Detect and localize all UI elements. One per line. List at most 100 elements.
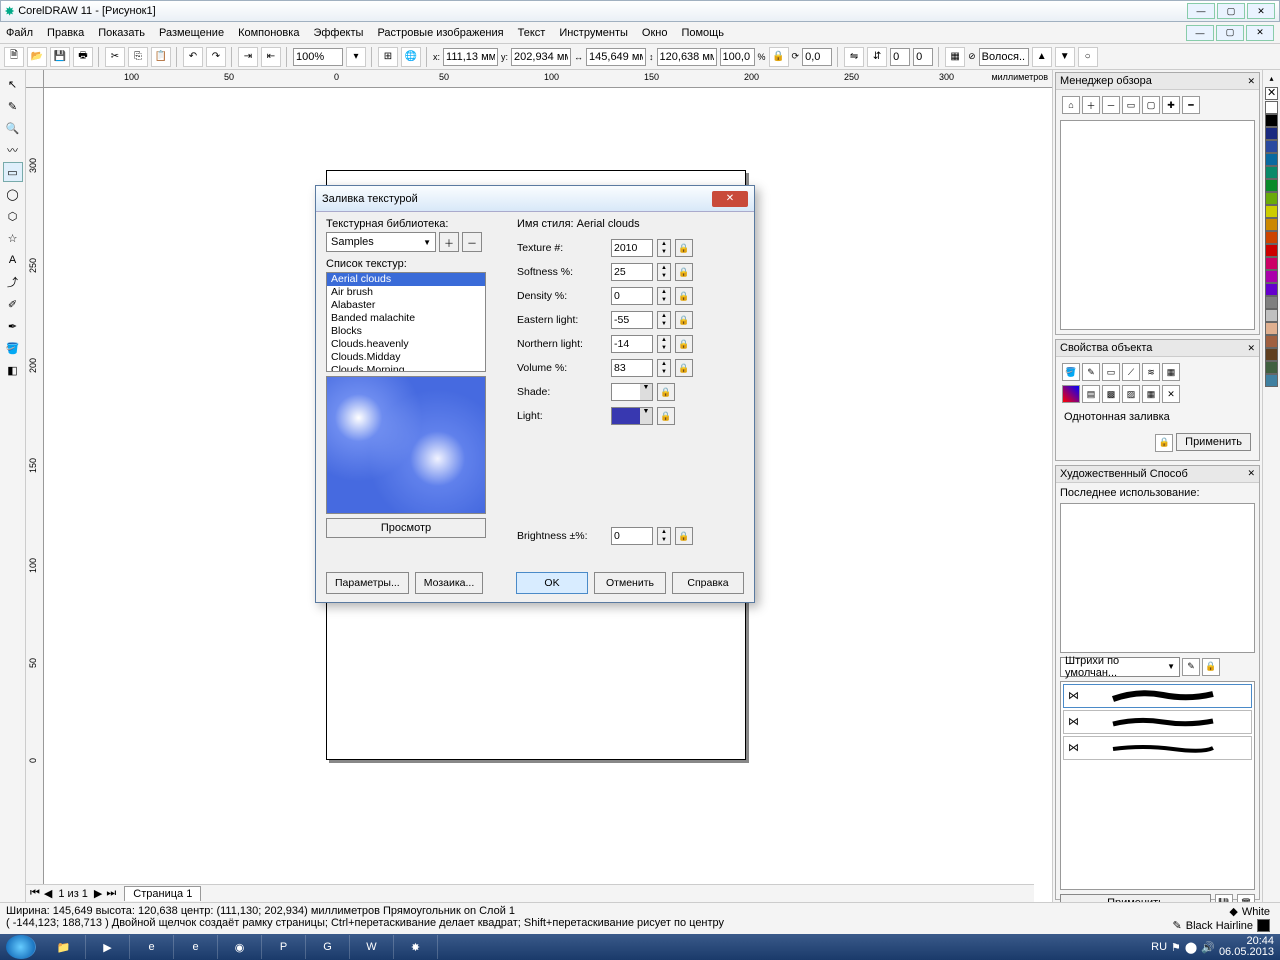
wrap-button[interactable]: ▦ bbox=[945, 47, 965, 67]
shade-color-picker[interactable]: ▼ bbox=[611, 383, 653, 401]
palette-up-icon[interactable]: ▴ bbox=[1269, 74, 1273, 86]
color-swatch[interactable] bbox=[1265, 101, 1278, 114]
outline-tool[interactable]: ✒ bbox=[3, 316, 23, 336]
nav-zoomout-button[interactable]: － bbox=[1102, 96, 1120, 114]
zoom-tool[interactable]: 🔍 bbox=[3, 118, 23, 138]
tab-fill[interactable]: 🪣 bbox=[1062, 363, 1080, 381]
snap-button[interactable]: ⊞ bbox=[378, 47, 398, 67]
mirror-v-button[interactable]: ⇵ bbox=[867, 47, 887, 67]
brightness-field[interactable] bbox=[611, 527, 653, 545]
task-explorer[interactable]: 📁 bbox=[42, 935, 86, 959]
texture-number-lock[interactable]: 🔒 bbox=[675, 239, 693, 257]
color-swatch[interactable] bbox=[1265, 179, 1278, 192]
fill-postscript-button[interactable]: ▦ bbox=[1142, 385, 1160, 403]
library-remove-button[interactable]: － bbox=[462, 232, 482, 252]
color-swatch[interactable] bbox=[1265, 270, 1278, 283]
eastern-spin[interactable]: ▲▼ bbox=[657, 311, 671, 329]
task-app3[interactable]: G bbox=[306, 935, 350, 959]
color-swatch[interactable] bbox=[1265, 192, 1278, 205]
menu-bitmaps[interactable]: Растровые изображения bbox=[377, 27, 503, 39]
task-ie1[interactable]: e bbox=[130, 935, 174, 959]
menu-file[interactable]: Файл bbox=[6, 27, 33, 39]
menu-window[interactable]: Окно bbox=[642, 27, 668, 39]
eastern-field[interactable] bbox=[611, 311, 653, 329]
new-button[interactable]: 🗎 bbox=[4, 47, 24, 67]
import-button[interactable]: ⇥ bbox=[238, 47, 258, 67]
color-swatch[interactable] bbox=[1265, 296, 1278, 309]
texture-item[interactable]: Blocks bbox=[327, 325, 485, 338]
texture-listbox[interactable]: Aerial cloudsAir brushAlabasterBanded ma… bbox=[326, 272, 486, 372]
color-swatch[interactable] bbox=[1265, 335, 1278, 348]
menu-view[interactable]: Показать bbox=[98, 27, 145, 39]
color-swatch[interactable] bbox=[1265, 348, 1278, 361]
texture-item[interactable]: Clouds.Midday bbox=[327, 351, 485, 364]
overview-preview[interactable] bbox=[1060, 120, 1255, 330]
density-spin[interactable]: ▲▼ bbox=[657, 287, 671, 305]
stroke-item-3[interactable]: ⋈ bbox=[1063, 736, 1252, 760]
color-swatch[interactable] bbox=[1265, 361, 1278, 374]
color-swatch[interactable] bbox=[1265, 309, 1278, 322]
props-close-icon[interactable]: ✕ bbox=[1247, 343, 1255, 354]
page-last-button[interactable]: ⏭ bbox=[102, 887, 120, 900]
menu-edit[interactable]: Правка bbox=[47, 27, 84, 39]
shade-lock[interactable]: 🔒 bbox=[657, 383, 675, 401]
fill-tool[interactable]: 🪣 bbox=[3, 338, 23, 358]
interactive-tool[interactable]: ⤴ bbox=[3, 272, 23, 292]
stroke-list[interactable]: ⋈ ⋈ ⋈ bbox=[1060, 681, 1255, 891]
volume-lock[interactable]: 🔒 bbox=[675, 359, 693, 377]
color-swatch[interactable] bbox=[1265, 257, 1278, 270]
color-swatch[interactable] bbox=[1265, 374, 1278, 387]
page-prev-button[interactable]: ◀ bbox=[44, 887, 52, 900]
ruler-origin[interactable] bbox=[26, 70, 44, 88]
color-swatch[interactable] bbox=[1265, 322, 1278, 335]
nav-zoomin-button[interactable]: ＋ bbox=[1082, 96, 1100, 114]
web-button[interactable]: 🌐 bbox=[401, 47, 421, 67]
start-button[interactable] bbox=[6, 935, 36, 959]
props-apply-button[interactable]: Применить bbox=[1176, 433, 1251, 451]
stroke-lock-button[interactable]: 🔒 bbox=[1202, 658, 1220, 676]
export-button[interactable]: ⇤ bbox=[261, 47, 281, 67]
dialog-close-button[interactable]: ✕ bbox=[712, 191, 748, 207]
freehand-tool[interactable]: 〰 bbox=[3, 140, 23, 160]
softness-lock[interactable]: 🔒 bbox=[675, 263, 693, 281]
tab-curve[interactable]: ⟋ bbox=[1122, 363, 1140, 381]
task-app2[interactable]: P bbox=[262, 935, 306, 959]
menu-effects[interactable]: Эффекты bbox=[313, 27, 363, 39]
zoom-dropdown-icon[interactable]: ▾ bbox=[346, 47, 366, 67]
to-front-button[interactable]: ▲ bbox=[1032, 47, 1052, 67]
nav-fit-button[interactable]: ▭ bbox=[1122, 96, 1140, 114]
open-button[interactable]: 📂 bbox=[27, 47, 47, 67]
width-field[interactable] bbox=[586, 48, 646, 66]
corner-y-field[interactable] bbox=[913, 48, 933, 66]
ellipse-tool[interactable]: ◯ bbox=[3, 184, 23, 204]
color-swatch[interactable] bbox=[1265, 205, 1278, 218]
mirror-h-button[interactable]: ⇋ bbox=[844, 47, 864, 67]
doc-restore-button[interactable]: ▢ bbox=[1216, 25, 1244, 41]
density-lock[interactable]: 🔒 bbox=[675, 287, 693, 305]
polygon-tool[interactable]: ⬡ bbox=[3, 206, 23, 226]
library-combo[interactable]: Samples▼ bbox=[326, 232, 436, 252]
softness-field[interactable] bbox=[611, 263, 653, 281]
texture-item[interactable]: Air brush bbox=[327, 286, 485, 299]
eastern-lock[interactable]: 🔒 bbox=[675, 311, 693, 329]
texture-number-field[interactable] bbox=[611, 239, 653, 257]
volume-field[interactable] bbox=[611, 359, 653, 377]
task-app1[interactable]: ◉ bbox=[218, 935, 262, 959]
brightness-spin[interactable]: ▲▼ bbox=[657, 527, 671, 545]
page-tab[interactable]: Страница 1 bbox=[124, 886, 201, 901]
params-button[interactable]: Параметры... bbox=[326, 572, 409, 594]
close-button[interactable]: ✕ bbox=[1247, 3, 1275, 19]
texture-item[interactable]: Banded malachite bbox=[327, 312, 485, 325]
doc-close-button[interactable]: ✕ bbox=[1246, 25, 1274, 41]
light-lock[interactable]: 🔒 bbox=[657, 407, 675, 425]
texture-number-spin[interactable]: ▲▼ bbox=[657, 239, 671, 257]
page-next-button[interactable]: ▶ bbox=[94, 887, 102, 900]
fill-fountain-button[interactable]: ▤ bbox=[1082, 385, 1100, 403]
page-first-button[interactable]: ⏮ bbox=[26, 887, 44, 900]
texture-item[interactable]: Alabaster bbox=[327, 299, 485, 312]
menu-arrange[interactable]: Размещение bbox=[159, 27, 224, 39]
nav-minus-button[interactable]: ━ bbox=[1182, 96, 1200, 114]
preview-button[interactable]: Просмотр bbox=[326, 518, 486, 538]
save-button[interactable]: 💾 bbox=[50, 47, 70, 67]
color-swatch[interactable] bbox=[1265, 114, 1278, 127]
